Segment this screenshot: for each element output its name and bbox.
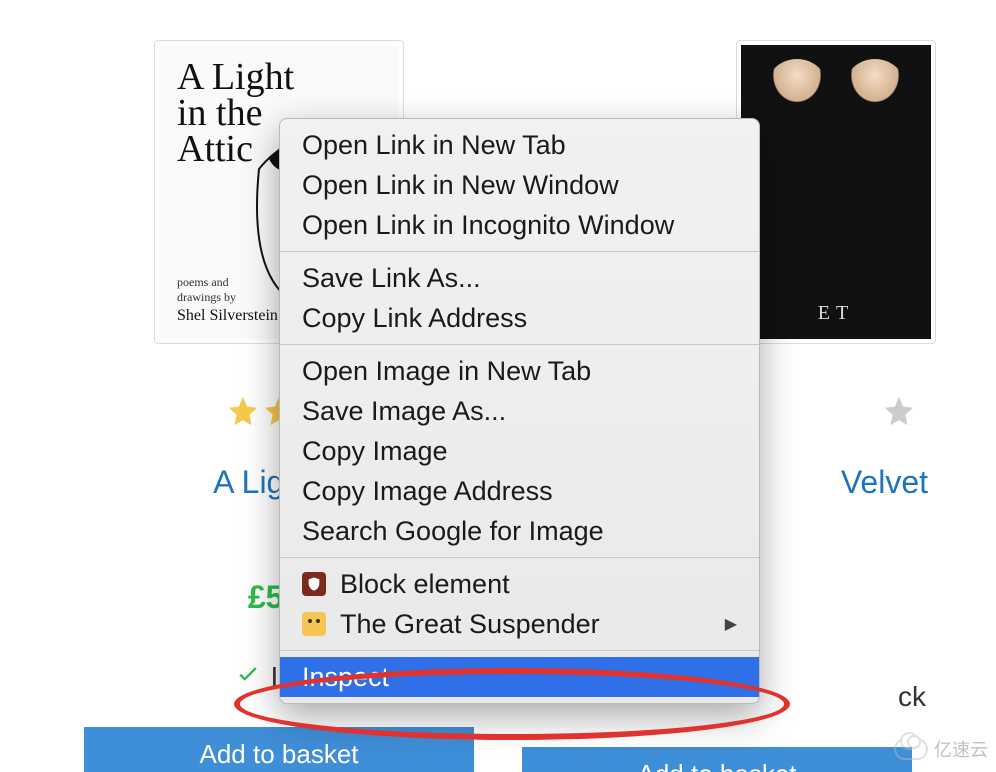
check-icon [235, 660, 261, 693]
ctx-block-element[interactable]: Block element [280, 564, 759, 604]
ctx-label: Open Link in New Tab [302, 130, 566, 161]
ctx-search-google-image[interactable]: Search Google for Image [280, 511, 759, 551]
ctx-label: The Great Suspender [340, 609, 600, 640]
stock-status: ck [898, 681, 926, 713]
ctx-separator [280, 251, 759, 252]
ctx-label: Inspect [302, 662, 389, 693]
suspender-icon [302, 612, 326, 636]
ctx-open-link-new-tab[interactable]: Open Link in New Tab [280, 125, 759, 165]
ctx-label: Search Google for Image [302, 516, 604, 547]
ctx-label: Copy Image Address [302, 476, 553, 507]
ublock-icon [302, 572, 326, 596]
ctx-separator [280, 557, 759, 558]
star-icon [226, 394, 260, 428]
cloud-icon [894, 738, 928, 760]
ctx-label: Open Link in New Window [302, 170, 619, 201]
submenu-arrow-icon: ▶ [725, 614, 737, 634]
ctx-label: Open Image in New Tab [302, 356, 591, 387]
product-title-link[interactable]: Velvet [841, 464, 928, 501]
cover-bottom-text: ET [741, 302, 931, 325]
ctx-great-suspender[interactable]: The Great Suspender ▶ [280, 604, 759, 644]
ctx-label: Block element [340, 569, 510, 600]
cover-illustration [741, 59, 931, 167]
star-icon [882, 394, 916, 428]
ctx-label: Save Image As... [302, 396, 506, 427]
watermark-text: 亿速云 [934, 736, 988, 762]
context-menu: Open Link in New Tab Open Link in New Wi… [279, 118, 760, 704]
cover-title-line: A Light [177, 59, 385, 95]
ctx-label: Save Link As... [302, 263, 481, 294]
book-cover-frame[interactable]: ET [736, 40, 936, 344]
book-cover-image[interactable]: ET [741, 45, 931, 339]
ctx-separator [280, 650, 759, 651]
ctx-open-image-new-tab[interactable]: Open Image in New Tab [280, 351, 759, 391]
ctx-open-link-new-window[interactable]: Open Link in New Window [280, 165, 759, 205]
ctx-label: Copy Link Address [302, 303, 527, 334]
stock-text: ck [898, 681, 926, 713]
ctx-open-link-incognito[interactable]: Open Link in Incognito Window [280, 205, 759, 245]
ctx-label: Copy Image [302, 436, 448, 467]
ctx-copy-image[interactable]: Copy Image [280, 431, 759, 471]
ctx-copy-link-address[interactable]: Copy Link Address [280, 298, 759, 338]
watermark: 亿速云 [894, 736, 988, 762]
ctx-label: Open Link in Incognito Window [302, 210, 674, 241]
ctx-save-image-as[interactable]: Save Image As... [280, 391, 759, 431]
ctx-inspect[interactable]: Inspect [280, 657, 759, 697]
ctx-copy-image-address[interactable]: Copy Image Address [280, 471, 759, 511]
star-rating [882, 394, 916, 428]
ctx-separator [280, 344, 759, 345]
add-to-basket-button[interactable]: Add to basket [522, 747, 912, 772]
add-to-basket-button[interactable]: Add to basket [84, 727, 474, 772]
ctx-save-link-as[interactable]: Save Link As... [280, 258, 759, 298]
